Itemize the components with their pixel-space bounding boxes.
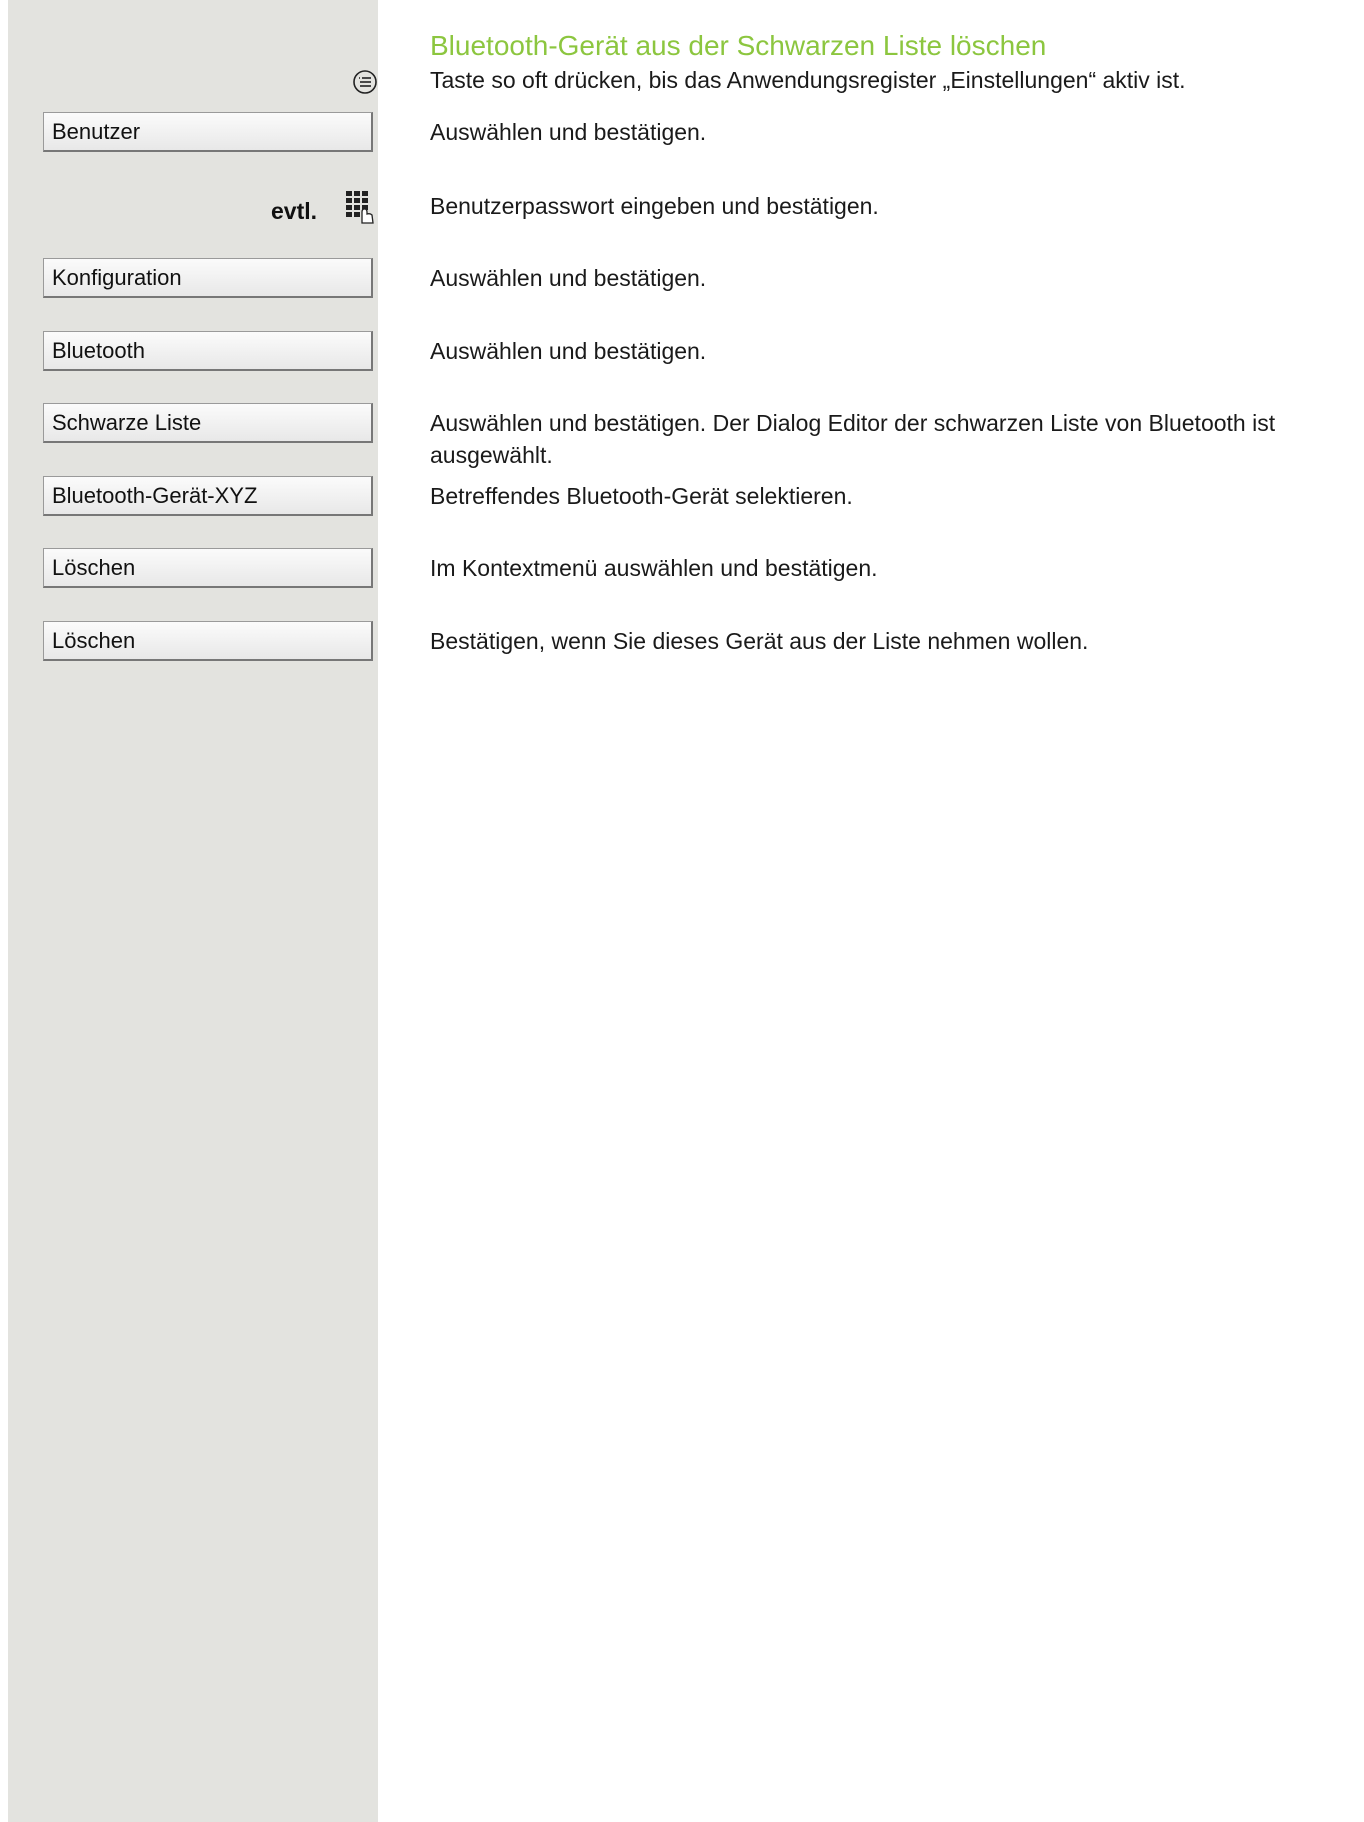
konfiguration-button[interactable]: Konfiguration: [43, 258, 373, 298]
schwarze-liste-button[interactable]: Schwarze Liste: [43, 403, 373, 443]
loeschen-confirm-button[interactable]: Löschen: [43, 621, 373, 661]
menu-key-icon: [353, 70, 377, 94]
step-8-text: Im Kontextmenü auswählen und bestätigen.: [430, 555, 878, 581]
step-6-text: Auswählen und bestätigen. Der Dialog Edi…: [430, 410, 1276, 468]
step-3-text: Benutzerpasswort eingeben und bestätigen…: [430, 193, 879, 219]
step-5-text: Auswählen und bestätigen.: [430, 338, 707, 364]
page-title: Bluetooth-Gerät aus der Schwarzen Liste …: [430, 30, 1047, 61]
keypad-icon: [346, 191, 374, 224]
bluetooth-device-button[interactable]: Bluetooth-Gerät-XYZ: [43, 476, 373, 516]
bluetooth-button[interactable]: Bluetooth: [43, 331, 373, 371]
step-7-text: Betreffendes Bluetooth-Gerät selektieren…: [430, 483, 853, 509]
loeschen-context-button[interactable]: Löschen: [43, 548, 373, 588]
evtl-label: evtl.: [271, 198, 318, 224]
step-9-text: Bestätigen, wenn Sie dieses Gerät aus de…: [430, 628, 1089, 654]
step-1-text: Taste so oft drücken, bis das Anwendungs…: [430, 67, 1186, 93]
step-2-text: Auswählen und bestätigen.: [430, 119, 707, 145]
step-4-text: Auswählen und bestätigen.: [430, 265, 707, 291]
benutzer-button[interactable]: Benutzer: [43, 112, 373, 152]
